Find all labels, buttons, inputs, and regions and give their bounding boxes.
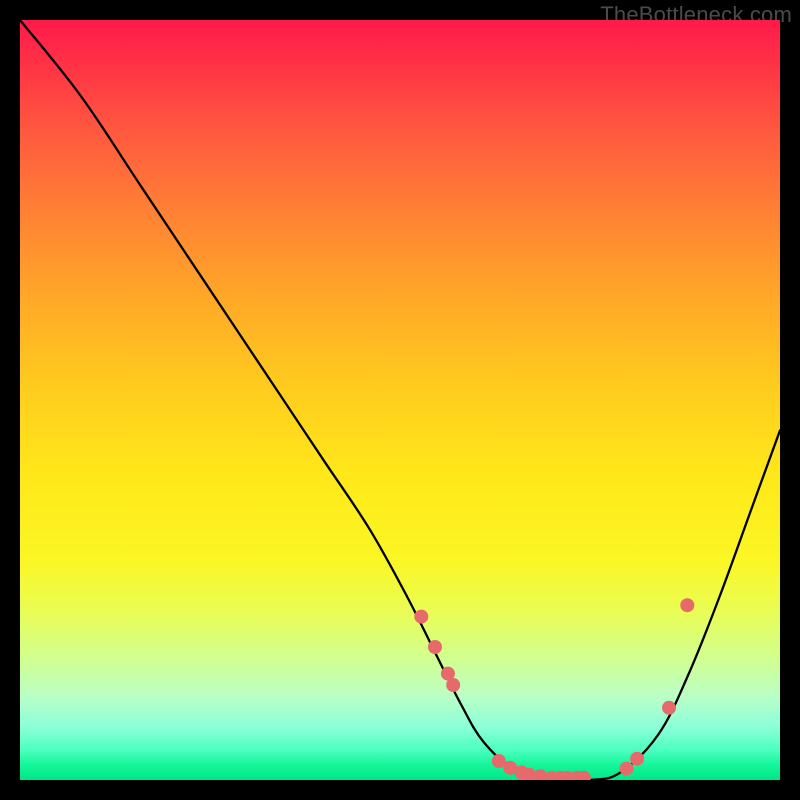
chart-svg	[20, 20, 780, 780]
curve-line	[20, 20, 780, 780]
plot-area	[20, 20, 780, 780]
highlight-dot	[662, 701, 676, 715]
chart-stage: TheBottleneck.com	[0, 0, 800, 800]
highlight-dot	[428, 640, 442, 654]
highlight-dot	[414, 610, 428, 624]
highlight-dot	[680, 598, 694, 612]
highlight-dot	[446, 678, 460, 692]
highlight-dot	[620, 762, 634, 776]
highlight-dots	[414, 598, 694, 780]
highlight-dot	[630, 752, 644, 766]
